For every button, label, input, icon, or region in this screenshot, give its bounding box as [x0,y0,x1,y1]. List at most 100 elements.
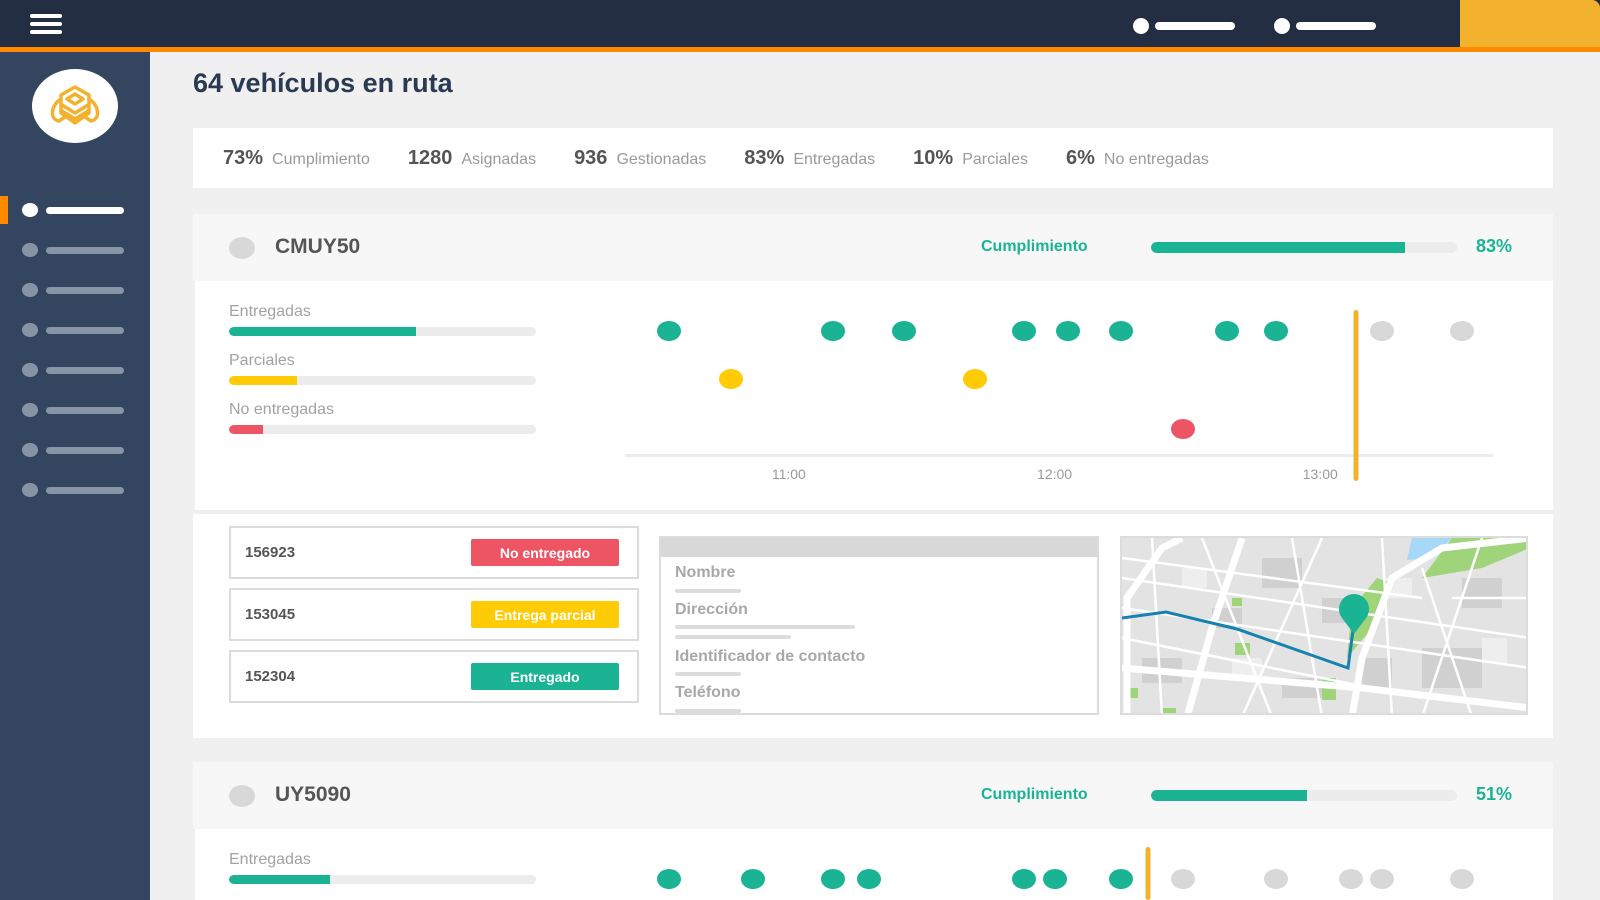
summary-stats: 73% Cumplimiento 1280 Asignadas 936 Gestionad… [193,128,1553,188]
field-address-value-line2 [675,635,791,639]
delivery-event-partial[interactable] [719,369,744,389]
stat-label: No entregadas [1103,150,1209,168]
sidebar-item-label-placeholder [46,366,124,374]
active-marker [0,196,8,224]
order-row[interactable]: 153045 Entrega parcial [229,588,639,641]
contact-info-box: Nombre Dirección Identificador de contac… [659,536,1099,715]
stat-no-entregadas: 6% No entregadas [1066,147,1209,170]
compliance-percent: 51% [1476,784,1513,804]
compliance-label: Cumplimiento [981,786,1088,803]
delivery-event-delivered[interactable] [821,869,846,889]
delivery-event-pending[interactable] [1171,869,1195,889]
delivery-event-delivered[interactable] [1109,869,1133,889]
delivery-timeline [195,829,1553,900]
delivery-event-delivered[interactable] [1215,321,1240,341]
delivery-event-delivered[interactable] [1109,321,1133,341]
sidebar-item-icon [22,323,38,337]
nav-label-placeholder [1296,22,1376,30]
field-contact-id-value [675,672,741,676]
order-id: 153045 [245,606,296,623]
order-row[interactable]: 156923 No entregado [229,526,639,579]
route-map[interactable] [1120,536,1528,715]
delivery-event-delivered[interactable] [1055,321,1080,341]
active-marker [0,476,8,504]
compliance-label: Cumplimiento [981,238,1088,255]
nav-label-placeholder [1155,22,1235,30]
delivery-event-delivered[interactable] [821,321,846,341]
stat-label: Entregadas [793,150,876,168]
sidebar-item-label-placeholder [46,406,124,414]
compliance-progress [1151,242,1457,253]
order-id: 152304 [245,668,296,685]
active-marker [0,436,8,464]
top-corner-action[interactable] [1460,0,1600,47]
delivery-event-delivered[interactable] [1011,321,1036,341]
timeline-tick-label: 13:00 [1302,466,1338,482]
sidebar-item-6[interactable] [0,398,150,422]
stat-value: 83% [744,146,785,169]
sidebar-item-4[interactable] [0,318,150,342]
delivery-event-delivered[interactable] [856,869,881,889]
vehicle-status-dot [229,785,255,807]
sidebar-item-7[interactable] [0,438,150,462]
active-marker [0,316,8,344]
delivery-event-partial[interactable] [962,369,987,389]
order-status-badge: No entregado [471,539,619,566]
stat-label: Cumplimiento [272,150,370,168]
delivery-event-delivered[interactable] [657,321,682,341]
field-address-label: Dirección [675,601,748,618]
current-time-indicator [1353,310,1359,481]
delivery-event-delivered[interactable] [741,869,766,889]
field-name-value [675,589,741,593]
sidebar-item-icon [22,243,38,257]
delivery-event-pending[interactable] [1264,869,1288,889]
sidebar-item-5[interactable] [0,358,150,382]
vehicle-card-body: Entregadas [195,829,1553,900]
sidebar-item-label-placeholder [46,246,124,254]
delivery-event-pending[interactable] [1450,321,1474,341]
top-nav-item-1[interactable] [1133,18,1235,34]
bee-logo-icon[interactable] [32,69,118,143]
sidebar-item-label-placeholder [46,486,124,494]
sidebar-item-3[interactable] [0,278,150,302]
sidebar-item-icon [22,283,38,297]
sidebar-item-icon [22,363,38,377]
sidebar [0,52,150,900]
order-status-badge: Entregado [471,663,619,690]
sidebar-item-icon [22,403,38,417]
delivery-event-pending[interactable] [1450,869,1474,889]
delivery-event-delivered[interactable] [1011,869,1036,889]
hamburger-menu-icon[interactable] [30,14,62,36]
field-phone-value [675,709,741,713]
timeline-tick-label: 12:00 [1037,466,1073,482]
stat-gestionadas: 936 Gestionadas [574,147,706,170]
sidebar-item-1[interactable] [0,196,150,224]
delivery-event-pending[interactable] [1339,869,1364,889]
sidebar-item-icon [22,203,38,217]
compliance-progress [1151,790,1457,801]
delivery-event-pending[interactable] [1370,869,1395,889]
stat-parciales: 10% Parciales [913,147,1028,170]
top-nav-item-2[interactable] [1274,18,1376,34]
delivery-event-pending[interactable] [1370,321,1395,341]
vehicle-card-header[interactable]: UY5090 Cumplimiento 51% [193,762,1553,829]
delivery-event-delivered[interactable] [1264,321,1288,341]
sidebar-item-label-placeholder [46,326,124,334]
topbar-accent-line [0,47,1600,52]
nav-dot-icon [1274,18,1290,34]
delivery-event-failed[interactable] [1171,419,1195,439]
stat-entregadas: 83% Entregadas [744,147,875,170]
delivery-event-delivered[interactable] [892,321,916,341]
sidebar-item-8[interactable] [0,478,150,502]
stat-value: 10% [913,146,954,169]
delivery-event-delivered[interactable] [1042,869,1067,889]
stat-label: Parciales [962,150,1028,168]
delivery-event-delivered[interactable] [657,869,682,889]
active-marker [0,276,8,304]
order-row[interactable]: 152304 Entregado [229,650,639,703]
vehicle-card-header[interactable]: CMUY50 Cumplimiento 83% [193,214,1553,281]
timeline-tick-label: 11:00 [771,466,806,482]
order-id: 156923 [245,544,296,561]
sidebar-item-2[interactable] [0,238,150,262]
stat-value: 1280 [407,146,453,169]
